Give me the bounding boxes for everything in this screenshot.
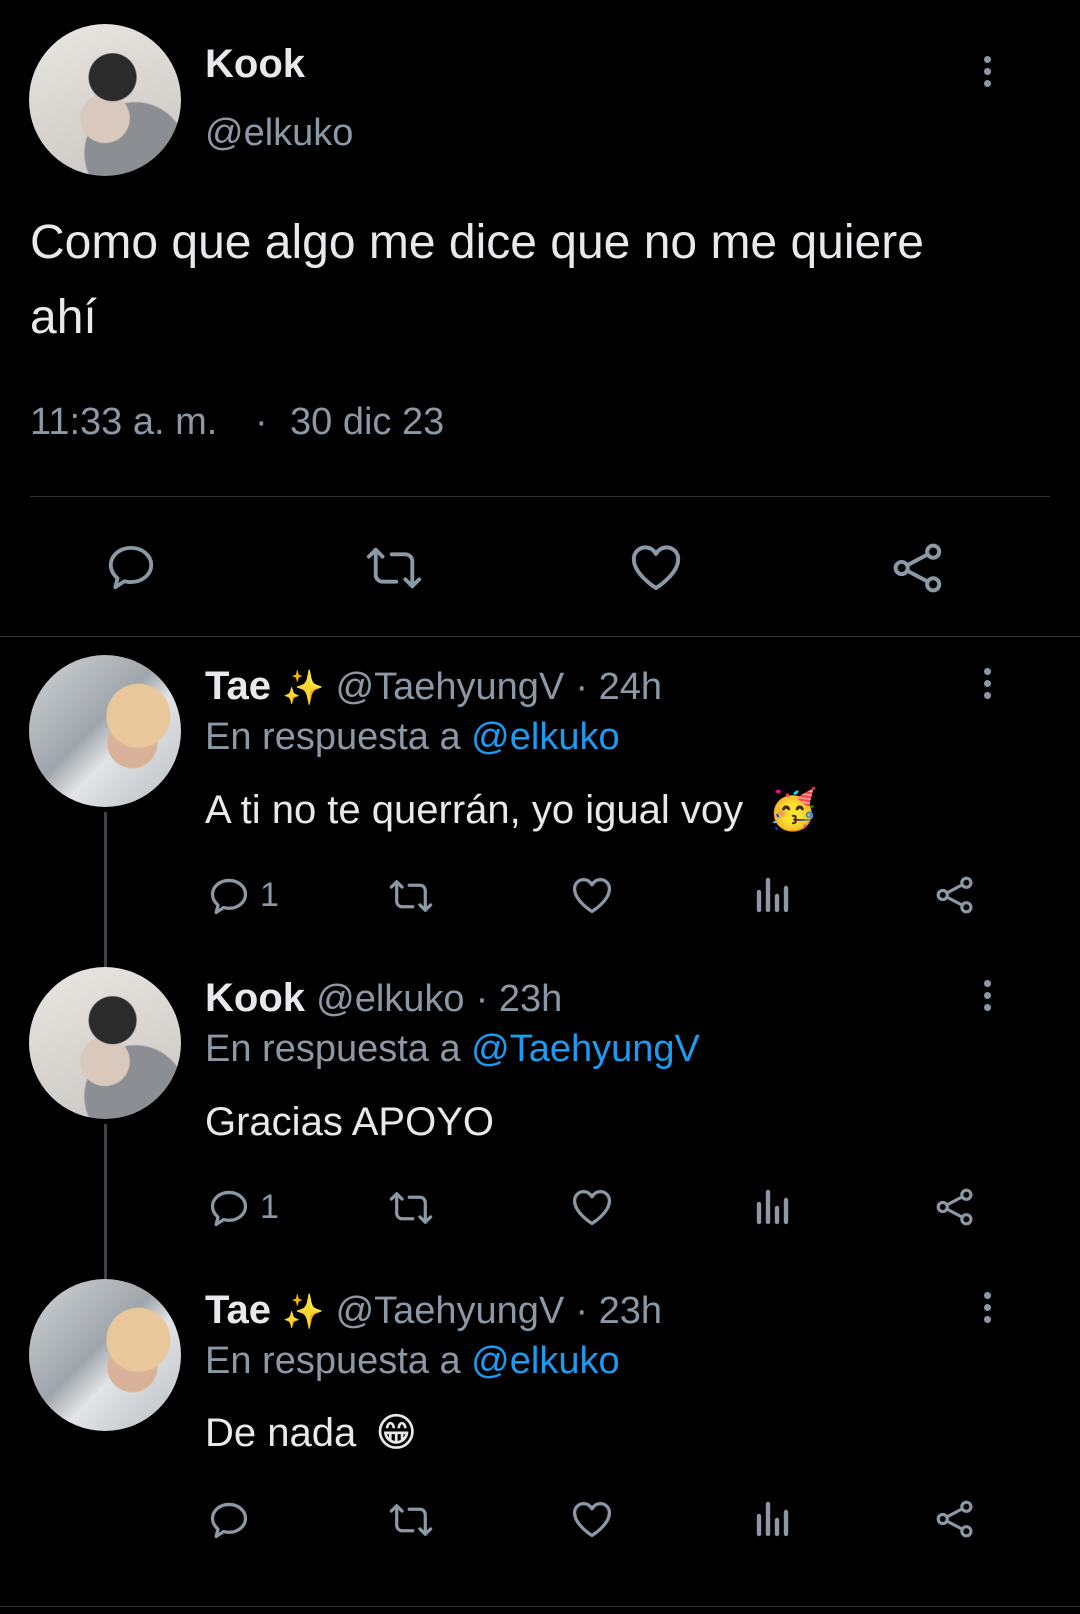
reply-icon[interactable] [207,1498,251,1542]
reply-age: · 23h [575,1290,663,1332]
reply-author-handle[interactable]: @elkuko [316,978,464,1020]
like-icon[interactable] [570,1498,614,1540]
retweet-icon[interactable] [362,542,426,594]
reply-author-handle[interactable]: @TaehyungV [336,1290,565,1332]
retweet-icon[interactable] [386,1500,436,1540]
reply-context-label: En respuesta a [205,716,461,758]
author-name[interactable]: Kook [205,42,305,87]
reply-to-link[interactable]: @elkuko [471,716,619,758]
reply-header: Tae ✨ @TaehyungV · 24h [205,664,662,709]
reply-icon[interactable] [207,1186,251,1230]
more-options-icon[interactable] [984,56,992,92]
reply-text: Gracias APOYO [205,1100,494,1144]
avatar[interactable] [29,655,181,807]
thread-line [104,812,107,967]
reply-text: De nada [205,1411,357,1455]
more-options-icon[interactable] [984,668,992,704]
like-icon[interactable] [570,1186,614,1228]
reply-context-label: En respuesta a [205,1340,461,1382]
time-separator: · [255,401,268,443]
like-icon[interactable] [628,540,684,594]
reply-to-link[interactable]: @TaehyungV [471,1028,700,1070]
views-icon[interactable] [753,874,793,914]
reply-to-link[interactable]: @elkuko [471,1340,619,1382]
reply-age: · 24h [575,666,663,708]
divider [0,636,1080,637]
like-icon[interactable] [570,874,614,916]
grinning-emoji: 😁 [375,1411,418,1455]
tweet-time[interactable]: 11:33 a. m. [30,401,217,444]
reply-author-handle[interactable]: @TaehyungV [336,666,565,708]
reply-context-label: En respuesta a [205,1028,461,1070]
views-icon[interactable] [753,1498,793,1538]
sparkles-emoji: ✨ [282,669,325,707]
reply-context: En respuesta a @elkuko [205,716,620,759]
avatar[interactable] [29,967,181,1119]
reply-author-name[interactable]: Tae [205,1288,271,1332]
reply-count: 1 [260,1188,279,1226]
more-options-icon[interactable] [984,980,992,1016]
reply-header: Tae ✨ @TaehyungV · 23h [205,1288,662,1333]
reply-author-name[interactable]: Tae [205,664,271,708]
reply-count: 1 [260,876,279,914]
tweet-text-line-2: ahí [30,291,97,344]
reply-text-wrap: A ti no te querrán, yo igual voy 🥳 [205,786,818,833]
party-face-emoji: 🥳 [768,788,819,832]
more-options-icon[interactable] [984,1292,992,1328]
reply-text-wrap: De nada 😁 [205,1410,417,1456]
share-icon[interactable] [934,1186,976,1228]
reply-text: A ti no te querrán, yo igual voy [205,788,744,832]
tweet-date[interactable]: 30 dic 23 [290,401,444,444]
avatar[interactable] [29,1279,181,1431]
reply-icon[interactable] [104,540,158,594]
divider [30,496,1050,497]
views-icon[interactable] [753,1186,793,1226]
author-handle[interactable]: @elkuko [205,112,353,155]
retweet-icon[interactable] [386,1188,436,1228]
avatar[interactable] [29,24,181,176]
reply-age: · 23h [475,978,563,1020]
reply-header: Kook @elkuko · 23h [205,976,562,1021]
retweet-icon[interactable] [386,876,436,916]
reply-icon[interactable] [207,874,251,918]
share-icon[interactable] [934,874,976,916]
reply-author-name[interactable]: Kook [205,976,305,1020]
tweet-text-line-1: Como que algo me dice que no me quiere [30,216,924,269]
share-icon[interactable] [890,540,946,596]
divider [0,1606,1080,1607]
share-icon[interactable] [934,1498,976,1540]
reply-context: En respuesta a @elkuko [205,1340,620,1383]
thread-line [104,1124,107,1279]
sparkles-emoji: ✨ [282,1293,325,1331]
reply-context: En respuesta a @TaehyungV [205,1028,700,1071]
